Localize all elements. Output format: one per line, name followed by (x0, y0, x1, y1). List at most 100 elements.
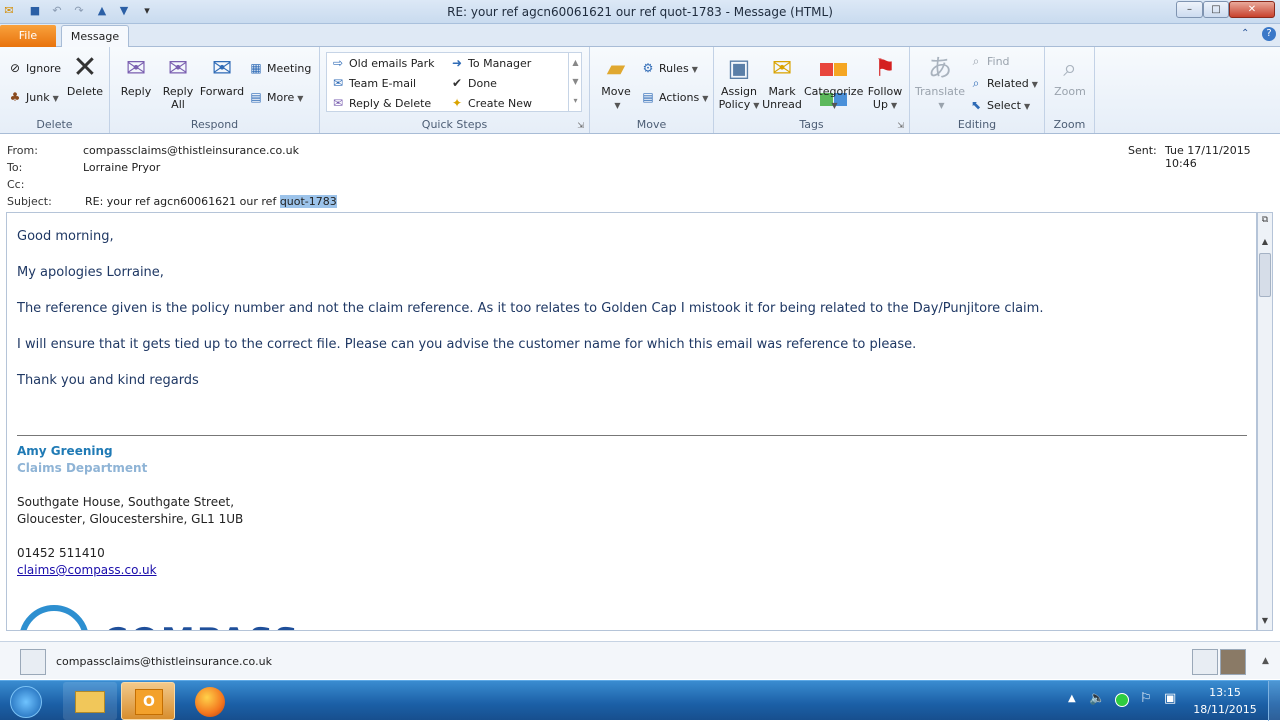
volume-muted-icon[interactable]: 🔈 (1089, 691, 1105, 706)
move-folder-icon: ▰ (606, 54, 626, 82)
show-desktop-button[interactable] (1268, 681, 1280, 721)
minimize-ribbon-icon[interactable]: ⌃ (1241, 28, 1249, 39)
translate-icon: あ (928, 54, 952, 82)
select-button[interactable]: ⬉ Select ▼ (968, 96, 1030, 114)
quickstep-old-emails-park[interactable]: ⇨ Old emails Park (330, 54, 435, 72)
quickstep-reply-delete[interactable]: ✉ Reply & Delete (330, 94, 431, 112)
create-new-icon: ✦ (451, 96, 463, 110)
minimize-button[interactable]: – (1176, 1, 1203, 18)
checkmark-icon: ✔ (451, 76, 463, 90)
people-pane-sender[interactable]: compassclaims@thistleinsurance.co.uk (56, 655, 272, 668)
categorize-icon (818, 53, 848, 106)
quickstep-team-email[interactable]: ✉ Team E-mail (330, 74, 416, 92)
actions-button[interactable]: ▤ Actions ▼ (640, 88, 708, 106)
delete-group-label: Delete (36, 118, 73, 131)
editing-group-label: Editing (957, 118, 997, 131)
maximize-button[interactable]: □ (1203, 1, 1229, 18)
translate-button[interactable]: あ Translate ▼ (914, 53, 966, 112)
windows-taskbar: O ▲ 🔈 ⚐ ▣ 13:15 18/11/2015 (0, 680, 1280, 721)
quicksteps-launcher-icon[interactable]: ⇲ (577, 121, 584, 130)
quickstep-done[interactable]: ✔ Done (449, 74, 497, 92)
respond-group-label: Respond (190, 118, 239, 131)
ribbon: ⊘ Ignore ♣ Junk ▼ ✕ Delete Delete ✉ Reply ✉ Re… (0, 47, 1280, 134)
paragraph-1: The reference given is the policy number… (17, 301, 1044, 316)
sender-avatar[interactable] (20, 649, 46, 675)
help-icon[interactable]: ? (1262, 27, 1276, 41)
related-button[interactable]: ⌕ Related ▼ (968, 74, 1038, 92)
forward-icon: ✉ (211, 54, 233, 82)
title-bar: ✉ ■ ↶ ↷ ▲ ▼ ▾ RE: your ref agcn60061621 … (0, 0, 1280, 24)
ribbon-tab-row: File Message ⌃ ? (0, 24, 1280, 48)
explorer-taskbar-button[interactable] (63, 682, 117, 720)
find-icon: ⌕ (972, 54, 980, 68)
action-center-flag-icon[interactable]: ⚐ (1140, 691, 1152, 706)
forward-button[interactable]: ✉ Forward (198, 53, 246, 98)
move-group-label: Move (636, 118, 667, 131)
outlook-icon: O (135, 689, 163, 715)
find-button[interactable]: ⌕ Find (968, 52, 1010, 70)
zoom-button[interactable]: ⌕ Zoom (1049, 53, 1091, 98)
meeting-icon: ▦ (250, 61, 262, 75)
network-icon[interactable]: ▣ (1164, 691, 1176, 706)
signature-divider (17, 435, 1247, 436)
team-email-icon: ✉ (332, 76, 344, 90)
reply-icon: ✉ (125, 54, 147, 82)
mark-unread-button[interactable]: ✉ Mark Unread (762, 53, 802, 111)
firefox-icon (195, 687, 225, 717)
message-body[interactable]: Good morning, My apologies Lorraine, The… (6, 212, 1257, 631)
categorize-button[interactable]: Categorize ▼ (804, 53, 863, 112)
signature-name: Amy Greening (17, 444, 113, 458)
scroll-down-icon[interactable]: ▼ (1259, 616, 1271, 630)
expand-people-pane-icon[interactable]: ▲ (1262, 656, 1269, 666)
firefox-taskbar-button[interactable] (184, 682, 238, 720)
to-value[interactable]: Lorraine Pryor (83, 161, 160, 174)
clock-time[interactable]: 13:15 (1195, 686, 1255, 699)
reply-all-button[interactable]: ✉ Reply All (158, 53, 198, 111)
tags-group-label: Tags (799, 118, 824, 131)
message-header: From: compassclaims@thistleinsurance.co.… (0, 134, 1280, 212)
from-label: From: (7, 144, 38, 157)
contact-avatar-photo[interactable] (1220, 649, 1246, 675)
select-dropdown-icon: ▼ (1023, 102, 1031, 111)
vertical-scrollbar[interactable]: ⧉ ▲ ▼ (1257, 212, 1273, 631)
delete-x-icon: ✕ (72, 50, 98, 85)
mark-unread-icon: ✉ (771, 54, 793, 82)
translate-dropdown-icon: ▼ (938, 101, 945, 110)
assign-policy-button[interactable]: ▣ Assign Policy ▼ (718, 53, 760, 112)
from-value[interactable]: compassclaims@thistleinsurance.co.uk (83, 144, 299, 157)
rules-icon: ⚙ (642, 61, 654, 75)
tags-launcher-icon[interactable]: ⇲ (897, 121, 904, 130)
sent-value: Tue 17/11/2015 10:46 (1165, 144, 1251, 170)
delete-button[interactable]: ✕ Delete (64, 50, 106, 99)
quickstep-create-new[interactable]: ✦ Create New (449, 94, 532, 112)
people-pane: compassclaims@thistleinsurance.co.uk ▲ (0, 641, 1280, 679)
start-button[interactable] (10, 686, 42, 718)
quickstep-to-manager[interactable]: ➜ To Manager (449, 54, 531, 72)
email-link[interactable]: claims@compass.co.uk (17, 563, 157, 577)
more-button[interactable]: ▤ More ▼ (248, 88, 303, 106)
quicksteps-gallery: ⇨ Old emails Park ✉ Team E-mail ✉ Reply & D… (326, 52, 582, 112)
reply-button[interactable]: ✉ Reply (116, 53, 156, 98)
rules-button[interactable]: ⚙ Rules ▼ (640, 59, 698, 77)
status-green-icon[interactable] (1115, 693, 1129, 707)
quicksteps-scroll[interactable]: ▲ ▼ ▾ (568, 53, 582, 111)
select-cursor-icon: ⬉ (970, 98, 982, 112)
outlook-taskbar-button[interactable]: O (121, 682, 175, 720)
close-button[interactable]: ✕ (1229, 1, 1275, 18)
junk-button[interactable]: ♣ Junk ▼ (7, 88, 59, 106)
scrollbar-thumb[interactable] (1259, 253, 1271, 297)
tab-message[interactable]: Message (61, 25, 129, 48)
address-line-2: Gloucester, Gloucestershire, GL1 1UB (17, 512, 244, 526)
junk-dropdown-icon: ▼ (52, 94, 59, 103)
meeting-button[interactable]: ▦ Meeting (248, 59, 311, 77)
clock-date[interactable]: 18/11/2015 (1190, 703, 1260, 716)
scroll-pane-icon[interactable]: ⧉ (1259, 215, 1271, 225)
contact-avatar-generic[interactable] (1192, 649, 1218, 675)
scroll-up-icon[interactable]: ▲ (1259, 237, 1271, 251)
ignore-button[interactable]: ⊘ Ignore (7, 59, 61, 77)
tray-expand-icon[interactable]: ▲ (1068, 693, 1076, 704)
tab-file[interactable]: File (0, 25, 56, 47)
cc-label: Cc: (7, 178, 25, 191)
move-button[interactable]: ▰ Move ▼ (596, 53, 636, 112)
follow-up-button[interactable]: ⚑ Follow Up ▼ (864, 53, 906, 112)
